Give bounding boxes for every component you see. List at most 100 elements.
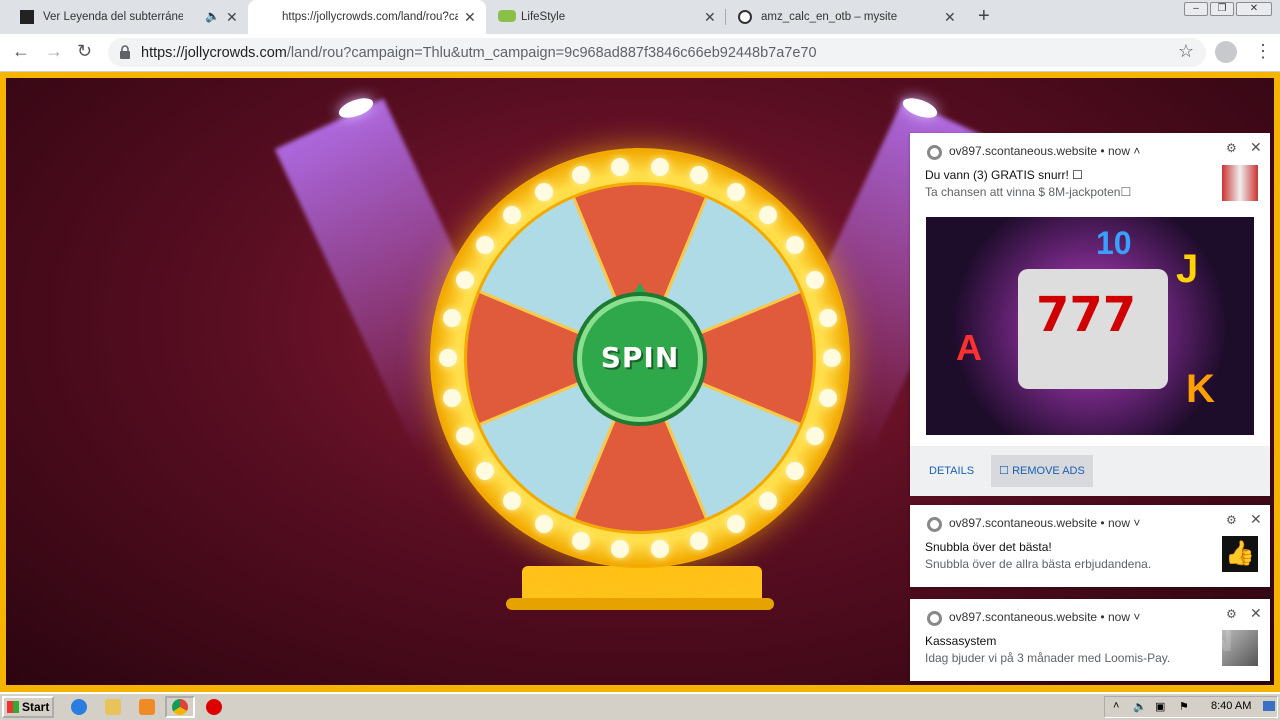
rim-bulb [823, 349, 841, 367]
close-icon[interactable]: ✕ [1250, 139, 1262, 156]
media-player-icon[interactable] [139, 699, 155, 715]
chevron-down-icon[interactable]: ˅ [1133, 516, 1140, 530]
lifestyle-icon [498, 10, 516, 22]
notification-title: Snubbla över det bästa! [925, 540, 1052, 554]
url-host: https://jollycrowds.com [141, 45, 287, 61]
tab-jollycrowds[interactable]: https://jollycrowds.com/land/rou?ca ✕ [248, 0, 486, 34]
film-icon [20, 10, 34, 24]
rim-bulb [571, 531, 590, 550]
profile-avatar[interactable] [1215, 41, 1237, 63]
notification-title: Du vann (3) GRATIS snurr! ☐ [925, 168, 1083, 182]
minimize-button[interactable]: – [1184, 2, 1208, 16]
rim-bulb [818, 388, 837, 407]
speaker-icon[interactable]: 🔈 [205, 9, 220, 23]
chevron-up-icon[interactable]: ˄ [1133, 144, 1140, 158]
rim-bulb [443, 388, 462, 407]
stop-icon[interactable] [206, 699, 222, 715]
menu-dots-icon[interactable]: ⋮ [1254, 41, 1272, 62]
details-button[interactable]: DETAILS [929, 465, 974, 477]
close-icon[interactable]: ✕ [1250, 511, 1262, 528]
forward-arrow-icon[interactable]: → [45, 41, 63, 62]
toolbar: ← → ↻ https://jollycrowds.com/land/rou?c… [0, 34, 1280, 72]
tab-strip: Ver Leyenda del subterráneo (2... 🔈 ✕ ht… [0, 0, 1280, 34]
notification-message: Snubbla över de allra bästa erbjudandena… [925, 557, 1152, 571]
lock-icon [120, 45, 130, 59]
tab-lifestyle[interactable]: LifeStyle ✕ [488, 0, 726, 34]
spin-label: SPIN [600, 341, 680, 374]
restore-button[interactable]: ❐ [1210, 2, 1234, 16]
rim-bulb [818, 309, 837, 328]
reload-icon[interactable]: ↻ [77, 41, 92, 62]
new-tab-button[interactable]: + [978, 5, 990, 28]
address-bar[interactable]: https://jollycrowds.com/land/rou?campaig… [108, 38, 1206, 67]
tab-title: LifeStyle [521, 11, 566, 23]
tray-arrow-icon[interactable]: ˄ [1113, 700, 1119, 712]
url-path: /land/rou?campaign=Thlu&utm_campaign=9c9… [286, 45, 817, 61]
taskbar: Start ˄ 🔈 ▣ ⚑ 8:40 AM [0, 693, 1280, 720]
remove-ads-button[interactable]: ☐ REMOVE ADS [991, 455, 1093, 487]
tab-title: Ver Leyenda del subterráneo (2... [43, 11, 183, 23]
watermark: ANY RUN [1040, 616, 1236, 660]
rim-bulb [475, 461, 494, 480]
windows-flag-icon [7, 701, 19, 713]
rim-bulb [610, 158, 629, 177]
rim-bulb [455, 427, 474, 446]
tab-title: https://jollycrowds.com/land/rou?ca [282, 11, 458, 23]
system-tray: ˄ 🔈 ▣ ⚑ 8:40 AM [1104, 696, 1278, 718]
prize-wheel[interactable]: SPIN [430, 148, 850, 568]
notification-actions: DETAILS ☐ REMOVE ADS [910, 446, 1270, 496]
rim-bulb [651, 158, 670, 177]
folder-icon[interactable] [105, 699, 121, 715]
gear-icon[interactable]: ⚙ [1226, 141, 1237, 155]
slot-thumbnail [1222, 165, 1258, 201]
tab-title: amz_calc_en_otb – mysite [761, 11, 898, 23]
close-icon[interactable]: ✕ [464, 9, 476, 26]
gear-icon[interactable]: ⚙ [1226, 513, 1237, 527]
notification-origin: ov897.scontaneous.website • now ˄ [949, 144, 1141, 158]
close-window-button[interactable]: ✕ [1236, 2, 1272, 16]
notification-title: Kassasystem [925, 634, 997, 648]
chrome-icon [927, 517, 942, 532]
spin-button[interactable]: SPIN [577, 296, 703, 422]
clock: 8:40 AM [1211, 700, 1252, 712]
chrome-taskbar-button[interactable] [165, 696, 195, 718]
rim-bulb [610, 539, 629, 558]
rim-bulb [727, 182, 745, 201]
rim-bulb [535, 182, 553, 201]
chrome-icon [927, 611, 942, 626]
chrome-icon [927, 145, 942, 160]
rim-bulb [690, 531, 709, 550]
tab-mysite[interactable]: amz_calc_en_otb – mysite ✕ [728, 0, 966, 34]
rim-bulb [455, 270, 474, 289]
show-desktop-icon[interactable] [1263, 701, 1275, 711]
rim-bulb [651, 539, 670, 558]
notification-2[interactable]: ov897.scontaneous.website • now ˅ ⚙ ✕ Sn… [910, 505, 1270, 587]
back-arrow-icon[interactable]: ← [12, 41, 30, 62]
close-icon[interactable]: ✕ [944, 9, 956, 26]
copyright-icon [738, 10, 752, 24]
rim-bulb [475, 236, 494, 255]
slot-machine-image: 777 J K A 10 [926, 217, 1254, 435]
network-icon[interactable]: ▣ [1155, 700, 1165, 713]
rim-bulb [571, 166, 590, 185]
notification-1[interactable]: ov897.scontaneous.website • now ˄ ⚙ ✕ Du… [910, 133, 1270, 496]
rim-bulb [502, 206, 521, 225]
notification-message: Ta chansen att vinna $ 8M-jackpoten☐ [925, 185, 1132, 199]
flag-icon[interactable]: ⚑ [1179, 700, 1189, 713]
volume-icon[interactable]: 🔈 [1133, 700, 1147, 713]
ie-icon[interactable] [71, 699, 87, 715]
chrome-icon [172, 699, 188, 715]
rim-bulb [502, 491, 521, 510]
tab-video[interactable]: Ver Leyenda del subterráneo (2... 🔈 ✕ [0, 0, 246, 34]
thumbs-up-icon: 👍 [1222, 536, 1258, 572]
rim-bulb [439, 349, 457, 367]
close-icon[interactable]: ✕ [226, 9, 238, 26]
start-button[interactable]: Start [2, 696, 54, 718]
bookmark-star-icon[interactable]: ☆ [1178, 41, 1194, 62]
url-text: https://jollycrowds.com/land/rou?campaig… [141, 45, 817, 61]
start-label: Start [22, 700, 50, 714]
close-icon[interactable]: ✕ [704, 9, 716, 26]
notification-origin: ov897.scontaneous.website • now ˅ [949, 516, 1141, 530]
wheel-stand-base [506, 598, 774, 610]
close-icon[interactable]: ✕ [1250, 605, 1262, 622]
